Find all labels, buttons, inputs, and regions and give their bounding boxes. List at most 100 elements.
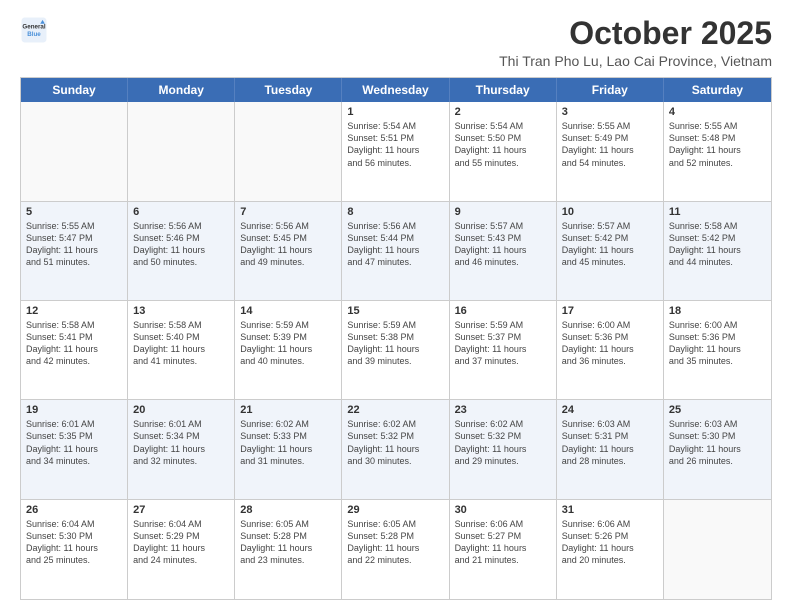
cell-info-line: and 45 minutes. <box>562 256 658 268</box>
day-number: 23 <box>455 404 551 416</box>
cell-info-line: and 46 minutes. <box>455 256 551 268</box>
cell-info-line: and 56 minutes. <box>347 157 443 169</box>
cell-info-line: Sunset: 5:46 PM <box>133 232 229 244</box>
cell-info-line: and 39 minutes. <box>347 355 443 367</box>
day-number: 15 <box>347 305 443 317</box>
cell-info-line: Sunset: 5:51 PM <box>347 132 443 144</box>
day-number: 16 <box>455 305 551 317</box>
cell-info-line: Sunrise: 6:06 AM <box>455 518 551 530</box>
calendar-cell <box>21 102 128 200</box>
cell-info-line: Daylight: 11 hours <box>562 343 658 355</box>
cell-info-line: and 32 minutes. <box>133 455 229 467</box>
cell-info-line: Sunset: 5:34 PM <box>133 430 229 442</box>
calendar-cell: 16Sunrise: 5:59 AMSunset: 5:37 PMDayligh… <box>450 301 557 399</box>
day-number: 4 <box>669 106 766 118</box>
cell-info-line: Sunset: 5:50 PM <box>455 132 551 144</box>
day-number: 24 <box>562 404 658 416</box>
cell-info-line: and 23 minutes. <box>240 554 336 566</box>
cell-info-line: Sunrise: 5:59 AM <box>455 319 551 331</box>
cell-info-line: and 36 minutes. <box>562 355 658 367</box>
cell-info-line: Sunset: 5:36 PM <box>669 331 766 343</box>
calendar-cell <box>235 102 342 200</box>
calendar-cell: 28Sunrise: 6:05 AMSunset: 5:28 PMDayligh… <box>235 500 342 599</box>
calendar-week: 19Sunrise: 6:01 AMSunset: 5:35 PMDayligh… <box>21 400 771 499</box>
day-number: 27 <box>133 504 229 516</box>
cell-info-line: Sunrise: 5:56 AM <box>347 220 443 232</box>
calendar-cell: 3Sunrise: 5:55 AMSunset: 5:49 PMDaylight… <box>557 102 664 200</box>
cell-info-line: and 28 minutes. <box>562 455 658 467</box>
cell-info-line: Sunrise: 5:56 AM <box>133 220 229 232</box>
calendar-cell: 25Sunrise: 6:03 AMSunset: 5:30 PMDayligh… <box>664 400 771 498</box>
cell-info-line: Sunset: 5:45 PM <box>240 232 336 244</box>
day-of-week-header: Monday <box>128 78 235 102</box>
cell-info-line: Sunset: 5:47 PM <box>26 232 122 244</box>
cell-info-line: Sunset: 5:31 PM <box>562 430 658 442</box>
calendar-cell: 17Sunrise: 6:00 AMSunset: 5:36 PMDayligh… <box>557 301 664 399</box>
cell-info-line: Sunrise: 6:03 AM <box>562 418 658 430</box>
day-of-week-header: Sunday <box>21 78 128 102</box>
cell-info-line: Sunrise: 6:04 AM <box>133 518 229 530</box>
day-number: 26 <box>26 504 122 516</box>
cell-info-line: Daylight: 11 hours <box>669 443 766 455</box>
cell-info-line: Sunrise: 6:02 AM <box>347 418 443 430</box>
cell-info-line: and 55 minutes. <box>455 157 551 169</box>
cell-info-line: Sunset: 5:29 PM <box>133 530 229 542</box>
calendar-cell: 12Sunrise: 5:58 AMSunset: 5:41 PMDayligh… <box>21 301 128 399</box>
calendar-cell: 19Sunrise: 6:01 AMSunset: 5:35 PMDayligh… <box>21 400 128 498</box>
day-number: 1 <box>347 106 443 118</box>
calendar-week: 1Sunrise: 5:54 AMSunset: 5:51 PMDaylight… <box>21 102 771 201</box>
calendar-cell: 9Sunrise: 5:57 AMSunset: 5:43 PMDaylight… <box>450 202 557 300</box>
calendar-cell: 7Sunrise: 5:56 AMSunset: 5:45 PMDaylight… <box>235 202 342 300</box>
cell-info-line: Daylight: 11 hours <box>26 244 122 256</box>
cell-info-line: Daylight: 11 hours <box>455 443 551 455</box>
cell-info-line: Sunset: 5:30 PM <box>669 430 766 442</box>
cell-info-line: Sunrise: 6:06 AM <box>562 518 658 530</box>
day-number: 18 <box>669 305 766 317</box>
calendar-cell: 8Sunrise: 5:56 AMSunset: 5:44 PMDaylight… <box>342 202 449 300</box>
calendar-cell <box>128 102 235 200</box>
day-number: 14 <box>240 305 336 317</box>
cell-info-line: Daylight: 11 hours <box>26 443 122 455</box>
logo: General Blue <box>20 16 48 44</box>
cell-info-line: Sunset: 5:48 PM <box>669 132 766 144</box>
cell-info-line: Daylight: 11 hours <box>455 144 551 156</box>
cell-info-line: and 35 minutes. <box>669 355 766 367</box>
cell-info-line: Daylight: 11 hours <box>240 244 336 256</box>
calendar-cell: 21Sunrise: 6:02 AMSunset: 5:33 PMDayligh… <box>235 400 342 498</box>
calendar-week: 26Sunrise: 6:04 AMSunset: 5:30 PMDayligh… <box>21 500 771 599</box>
cell-info-line: and 22 minutes. <box>347 554 443 566</box>
calendar-cell: 27Sunrise: 6:04 AMSunset: 5:29 PMDayligh… <box>128 500 235 599</box>
cell-info-line: Sunrise: 6:05 AM <box>240 518 336 530</box>
cell-info-line: and 30 minutes. <box>347 455 443 467</box>
cell-info-line: Daylight: 11 hours <box>347 244 443 256</box>
day-number: 19 <box>26 404 122 416</box>
day-of-week-header: Thursday <box>450 78 557 102</box>
cell-info-line: Sunset: 5:28 PM <box>240 530 336 542</box>
cell-info-line: Sunset: 5:39 PM <box>240 331 336 343</box>
cell-info-line: Sunrise: 5:55 AM <box>26 220 122 232</box>
cell-info-line: Sunset: 5:42 PM <box>562 232 658 244</box>
cell-info-line: Sunrise: 5:56 AM <box>240 220 336 232</box>
cell-info-line: Sunset: 5:42 PM <box>669 232 766 244</box>
cell-info-line: Sunset: 5:27 PM <box>455 530 551 542</box>
cell-info-line: Daylight: 11 hours <box>347 144 443 156</box>
calendar-cell: 31Sunrise: 6:06 AMSunset: 5:26 PMDayligh… <box>557 500 664 599</box>
calendar-cell: 24Sunrise: 6:03 AMSunset: 5:31 PMDayligh… <box>557 400 664 498</box>
cell-info-line: and 21 minutes. <box>455 554 551 566</box>
day-number: 3 <box>562 106 658 118</box>
day-number: 11 <box>669 206 766 218</box>
cell-info-line: Daylight: 11 hours <box>455 542 551 554</box>
cell-info-line: Sunrise: 6:00 AM <box>562 319 658 331</box>
month-title: October 2025 <box>499 16 772 51</box>
cell-info-line: and 50 minutes. <box>133 256 229 268</box>
svg-text:General: General <box>22 23 45 30</box>
cell-info-line: Sunset: 5:38 PM <box>347 331 443 343</box>
cell-info-line: Sunset: 5:44 PM <box>347 232 443 244</box>
cell-info-line: and 44 minutes. <box>669 256 766 268</box>
cell-info-line: Daylight: 11 hours <box>347 542 443 554</box>
cell-info-line: Sunset: 5:43 PM <box>455 232 551 244</box>
calendar-cell: 11Sunrise: 5:58 AMSunset: 5:42 PMDayligh… <box>664 202 771 300</box>
day-number: 2 <box>455 106 551 118</box>
cell-info-line: Sunrise: 6:05 AM <box>347 518 443 530</box>
calendar-cell: 29Sunrise: 6:05 AMSunset: 5:28 PMDayligh… <box>342 500 449 599</box>
